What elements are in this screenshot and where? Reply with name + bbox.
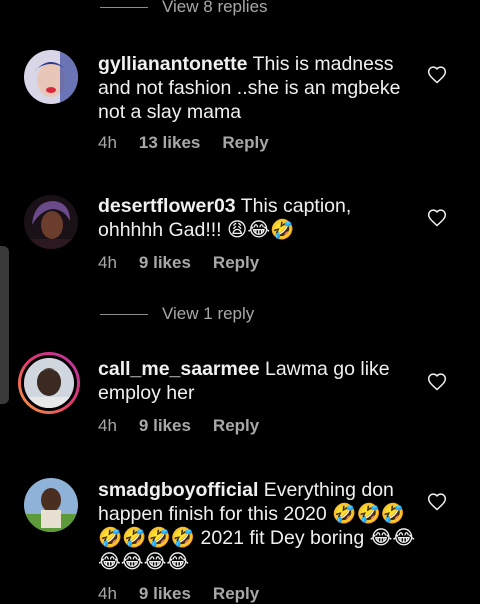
comment-text: smadgboyofficial Everything don happen f… (98, 478, 418, 574)
view-replies-label: View 1 reply (162, 304, 255, 323)
comment-text: call_me_saarmee Lawma go like employ her (98, 357, 418, 405)
comment-time: 4h (98, 253, 117, 272)
likes-count[interactable]: 9 likes (139, 253, 191, 273)
comment-time: 4h (98, 133, 117, 152)
likes-count[interactable]: 13 likes (139, 133, 200, 153)
reply-button[interactable]: Reply (213, 584, 259, 604)
reply-button[interactable]: Reply (213, 416, 259, 436)
comment-time: 4h (98, 584, 117, 603)
likes-count[interactable]: 9 likes (139, 416, 191, 436)
avatar[interactable] (24, 478, 78, 532)
avatar[interactable] (24, 50, 78, 104)
view-replies-button[interactable]: View 1 reply (100, 304, 254, 324)
comment-username[interactable]: smadgboyofficial (98, 479, 258, 501)
avatar-image (24, 50, 78, 104)
likes-count[interactable]: 9 likes (139, 584, 191, 604)
heart-icon[interactable] (427, 372, 447, 392)
avatar (21, 355, 77, 411)
divider (100, 6, 148, 8)
reply-button[interactable]: Reply (222, 133, 268, 153)
comment-text: gyllianantonette This is madness and not… (98, 52, 418, 124)
heart-icon[interactable] (427, 208, 447, 228)
heart-icon[interactable] (427, 65, 447, 85)
heart-icon[interactable] (427, 492, 447, 512)
avatar-story-ring[interactable] (18, 352, 80, 414)
view-replies-label: View 8 replies (162, 0, 268, 16)
comment-username[interactable]: gyllianantonette (98, 53, 248, 75)
avatar-image (24, 478, 78, 532)
reply-button[interactable]: Reply (213, 253, 259, 273)
avatar-image (24, 358, 74, 408)
scroll-handle[interactable] (0, 246, 9, 404)
comment-username[interactable]: call_me_saarmee (98, 358, 260, 380)
view-replies-button[interactable]: View 8 replies (100, 0, 268, 17)
divider (100, 313, 148, 315)
comment-time: 4h (98, 416, 117, 435)
comment-text: desertflower03 This caption, ohhhhh Gad!… (98, 194, 418, 242)
avatar-image (24, 195, 78, 249)
avatar[interactable] (24, 195, 78, 249)
comment-username[interactable]: desertflower03 (98, 195, 236, 217)
